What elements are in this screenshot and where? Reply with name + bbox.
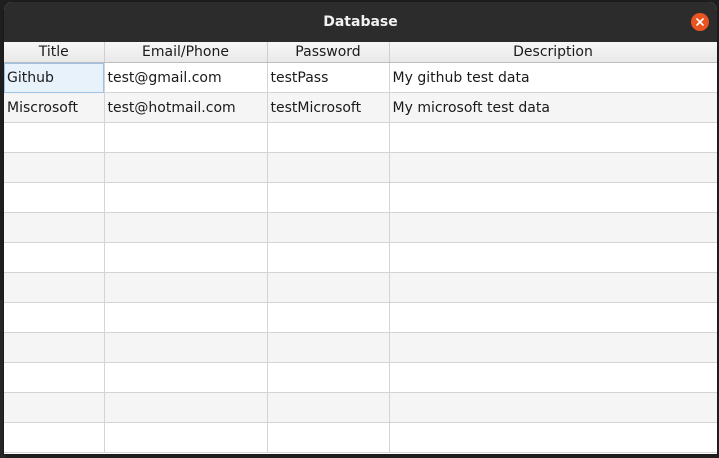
window-title: Database — [323, 14, 398, 30]
window-titlebar[interactable]: Database — [4, 2, 717, 42]
title-cell[interactable] — [4, 422, 105, 453]
email-phone-cell[interactable] — [104, 362, 268, 393]
password-cell[interactable] — [267, 212, 390, 243]
email-phone-cell[interactable] — [104, 152, 268, 183]
description-cell[interactable] — [389, 332, 717, 363]
password-cell[interactable] — [267, 332, 390, 363]
password-cell[interactable]: testPass — [267, 62, 390, 93]
description-cell[interactable] — [389, 242, 717, 273]
description-cell[interactable]: My github test data — [389, 62, 717, 93]
table-row[interactable] — [4, 272, 717, 303]
table-header-row: Title Email/Phone Password Description — [4, 42, 717, 63]
email-phone-cell[interactable] — [104, 182, 268, 213]
description-cell[interactable] — [389, 422, 717, 453]
email-phone-cell[interactable] — [104, 332, 268, 363]
table-row[interactable] — [4, 362, 717, 393]
description-cell[interactable] — [389, 122, 717, 153]
table-row[interactable] — [4, 122, 717, 153]
password-cell[interactable] — [267, 242, 390, 273]
email-phone-cell[interactable] — [104, 242, 268, 273]
password-cell[interactable] — [267, 392, 390, 423]
table-row[interactable] — [4, 392, 717, 423]
password-cell[interactable] — [267, 152, 390, 183]
description-cell[interactable] — [389, 152, 717, 183]
column-header-description[interactable]: Description — [389, 42, 717, 63]
table-row[interactable] — [4, 182, 717, 213]
email-phone-cell[interactable] — [104, 302, 268, 333]
database-table: Title Email/Phone Password Description G… — [4, 42, 717, 453]
description-cell[interactable] — [389, 302, 717, 333]
table-row[interactable] — [4, 152, 717, 183]
email-phone-cell[interactable] — [104, 122, 268, 153]
table-row[interactable] — [4, 302, 717, 333]
title-cell[interactable] — [4, 302, 105, 333]
table-row[interactable] — [4, 242, 717, 273]
title-cell[interactable]: Miscrosoft — [4, 92, 105, 123]
email-phone-cell[interactable]: test@hotmail.com — [104, 92, 268, 123]
title-cell[interactable] — [4, 332, 105, 363]
description-cell[interactable] — [389, 212, 717, 243]
password-cell[interactable] — [267, 302, 390, 333]
title-cell[interactable] — [4, 242, 105, 273]
password-cell[interactable]: testMicrosoft — [267, 92, 390, 123]
table-row[interactable]: Github test@gmail.com testPass My github te… — [4, 62, 717, 93]
title-cell[interactable] — [4, 152, 105, 183]
close-icon — [696, 18, 704, 26]
column-header-title[interactable]: Title — [4, 42, 105, 63]
table-body: Github test@gmail.com testPass My github te… — [4, 62, 717, 453]
description-cell[interactable] — [389, 272, 717, 303]
table-row[interactable] — [4, 332, 717, 363]
title-cell[interactable] — [4, 272, 105, 303]
password-cell[interactable] — [267, 122, 390, 153]
password-cell[interactable] — [267, 362, 390, 393]
table-row[interactable] — [4, 422, 717, 453]
title-cell[interactable] — [4, 182, 105, 213]
database-window: Database Title Email/Phone Password Desc… — [4, 2, 717, 454]
table-row[interactable]: Miscrosoft test@hotmail.com testMicrosoft M… — [4, 92, 717, 123]
title-cell[interactable] — [4, 122, 105, 153]
title-cell[interactable] — [4, 392, 105, 423]
title-cell[interactable] — [4, 362, 105, 393]
password-cell[interactable] — [267, 272, 390, 303]
description-cell[interactable] — [389, 362, 717, 393]
title-cell[interactable] — [4, 212, 105, 243]
description-cell[interactable]: My microsoft test data — [389, 92, 717, 123]
close-button[interactable] — [691, 13, 709, 31]
password-cell[interactable] — [267, 422, 390, 453]
table-row[interactable] — [4, 212, 717, 243]
column-header-email-phone[interactable]: Email/Phone — [104, 42, 268, 63]
column-header-password[interactable]: Password — [267, 42, 390, 63]
email-phone-cell[interactable]: test@gmail.com — [104, 62, 268, 93]
title-cell[interactable]: Github — [4, 62, 105, 93]
description-cell[interactable] — [389, 392, 717, 423]
description-cell[interactable] — [389, 182, 717, 213]
email-phone-cell[interactable] — [104, 422, 268, 453]
email-phone-cell[interactable] — [104, 392, 268, 423]
email-phone-cell[interactable] — [104, 212, 268, 243]
password-cell[interactable] — [267, 182, 390, 213]
email-phone-cell[interactable] — [104, 272, 268, 303]
